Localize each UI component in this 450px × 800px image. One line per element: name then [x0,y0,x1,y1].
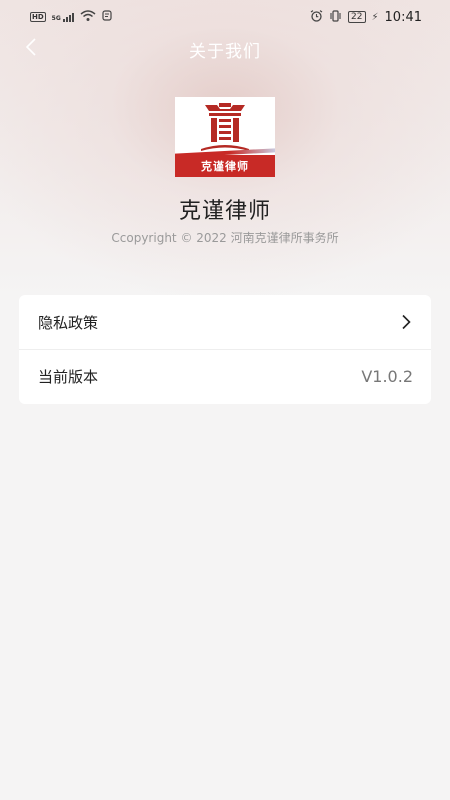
current-version-row: 当前版本 V1.0.2 [19,349,431,403]
app-logo: 克谨律师 [175,97,275,177]
wifi-icon [80,9,96,25]
back-button[interactable] [18,36,44,62]
alarm-icon [310,9,323,25]
chevron-left-icon [25,37,37,61]
page-title: 关于我们 [189,41,261,62]
app-name: 克谨律师 [178,199,271,224]
privacy-policy-label: 隐私政策 [38,313,99,332]
network-type: 5G [51,15,61,22]
copyright-text: Ccopyright © 2022 河南克谨律所事务所 [111,231,339,245]
status-right: 22 ⚡ 10:41 [310,10,422,25]
version-value: V1.0.2 [361,367,413,386]
notification-icon [102,10,112,24]
battery-indicator: 22 [348,11,366,23]
current-version-label: 当前版本 [38,368,99,386]
charging-icon: ⚡ [371,11,379,23]
hd-badge: HD [30,12,46,22]
emblem-icon [201,103,249,151]
logo-label: 克谨律师 [175,155,275,177]
vibrate-icon [329,9,342,25]
chevron-right-icon [399,314,413,330]
status-time: 10:41 [384,9,422,25]
navigation-bar: 关于我们 [0,34,450,64]
signal-icon: 5G [52,12,74,22]
status-bar: HD 5G 22 ⚡ 10:41 [0,0,450,34]
settings-card: 隐私政策 当前版本 V1.0.2 [19,295,431,404]
privacy-policy-row[interactable]: 隐私政策 [19,295,431,349]
status-left: HD 5G [30,9,112,25]
